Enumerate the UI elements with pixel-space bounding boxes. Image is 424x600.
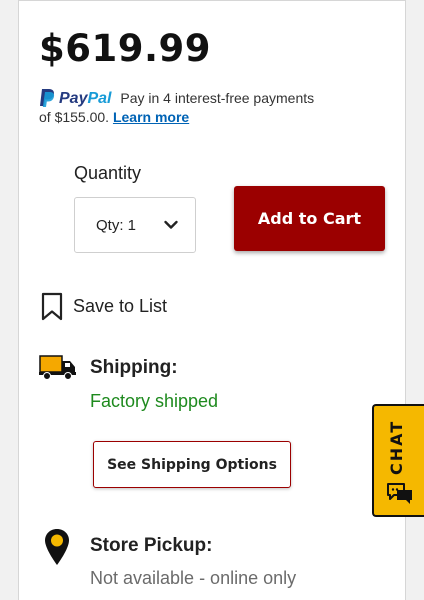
paypal-text-line2: of $155.00.: [39, 109, 110, 126]
paypal-word-pay: Pay: [59, 89, 88, 107]
store-pickup-title: Store Pickup:: [90, 535, 213, 556]
add-to-cart-button[interactable]: Add to Cart: [234, 186, 385, 251]
chevron-down-icon: [164, 220, 178, 229]
save-to-list-label: Save to List: [73, 296, 168, 316]
location-pin-icon: [45, 529, 69, 565]
product-purchase-panel: $619.99 PayPal Pay in 4 interest-free pa…: [18, 0, 406, 600]
truck-icon: [39, 355, 76, 380]
see-shipping-options-button[interactable]: See Shipping Options: [93, 441, 291, 488]
paypal-icon: [40, 89, 55, 108]
chat-label: CHAT: [387, 419, 406, 475]
paypal-text-line1: Pay in 4 interest-free payments: [120, 89, 315, 106]
chat-bubble-icon: [387, 483, 412, 504]
paypal-word-pal: Pal: [87, 89, 112, 107]
product-price: $619.99: [39, 27, 212, 70]
quantity-label: Quantity: [74, 163, 142, 183]
shipping-title: Shipping:: [90, 357, 178, 378]
paypal-wordmark: PayPal: [59, 89, 111, 108]
store-pickup-status: Not available - online only: [90, 568, 297, 588]
save-to-list-button[interactable]: Save to List: [41, 292, 167, 321]
bookmark-icon: [41, 292, 63, 321]
learn-more-link[interactable]: Learn more: [113, 109, 189, 125]
quantity-select[interactable]: Qty: 1: [74, 197, 196, 253]
paypal-installments: PayPal Pay in 4 interest-free payments o…: [39, 88, 379, 127]
paypal-logo: PayPal: [39, 88, 111, 108]
chat-button[interactable]: CHAT: [372, 404, 424, 517]
quantity-selected-value: Qty: 1: [96, 216, 137, 234]
shipping-status: Factory shipped: [90, 391, 219, 411]
